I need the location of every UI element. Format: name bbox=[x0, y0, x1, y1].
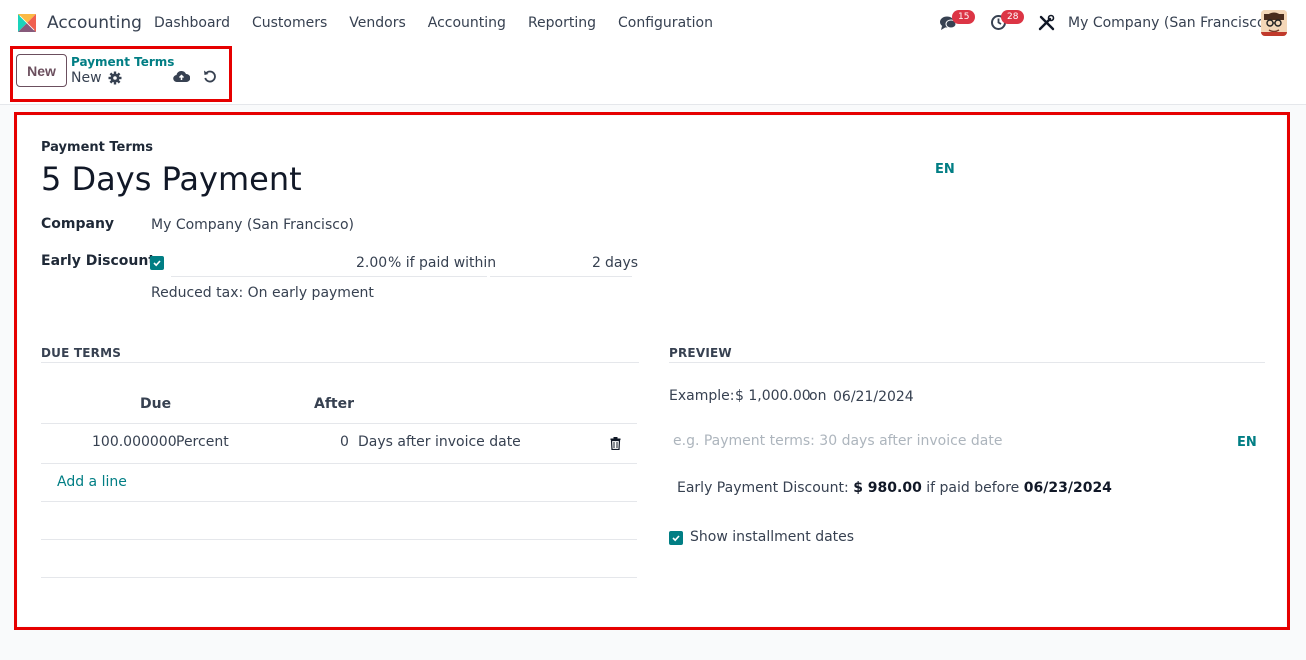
row-due-value[interactable]: 100.000000 bbox=[92, 434, 177, 450]
note-translate-button[interactable]: EN bbox=[1237, 435, 1257, 450]
menu-customers[interactable]: Customers bbox=[252, 15, 327, 31]
company-switcher[interactable]: My Company (San Francisco) bbox=[1068, 15, 1271, 31]
epd-amount: $ 980.00 bbox=[853, 480, 922, 496]
user-avatar[interactable] bbox=[1261, 10, 1287, 36]
payment-terms-note-input[interactable]: e.g. Payment terms: 30 days after invoic… bbox=[673, 433, 1002, 449]
menu-accounting[interactable]: Accounting bbox=[428, 15, 506, 31]
main-menu: Dashboard Customers Vendors Accounting R… bbox=[154, 15, 735, 31]
check-icon bbox=[672, 535, 680, 542]
add-a-line-link[interactable]: Add a line bbox=[57, 474, 127, 490]
early-payment-discount-preview: Early Payment Discount: $ 980.00 if paid… bbox=[677, 480, 1112, 496]
discount-percentage-underline bbox=[171, 276, 487, 277]
row-after-type[interactable]: Days after invoice date bbox=[358, 434, 521, 450]
column-header-due[interactable]: Due bbox=[140, 396, 171, 412]
menu-dashboard[interactable]: Dashboard bbox=[154, 15, 230, 31]
messages-badge: 15 bbox=[952, 10, 976, 24]
gear-icon[interactable] bbox=[108, 71, 122, 85]
activities-badge: 28 bbox=[1001, 10, 1025, 24]
early-discount-checkbox[interactable] bbox=[150, 256, 164, 270]
company-field[interactable]: My Company (San Francisco) bbox=[151, 217, 354, 233]
table-header-divider bbox=[41, 423, 637, 424]
discount-within-text: % if paid within bbox=[388, 255, 497, 271]
due-terms-section-title: DUE TERMS bbox=[41, 346, 122, 360]
user-avatar-image bbox=[1261, 10, 1287, 36]
cloud-upload-icon[interactable] bbox=[173, 69, 190, 83]
trash-icon[interactable] bbox=[610, 437, 621, 450]
show-installment-dates-checkbox[interactable] bbox=[669, 531, 683, 545]
top-navbar: Accounting Dashboard Customers Vendors A… bbox=[0, 0, 1306, 46]
table-row-divider bbox=[41, 463, 637, 464]
example-amount-input[interactable]: $ 1,000.00 bbox=[735, 388, 811, 404]
discount-days-unit: days bbox=[605, 255, 639, 271]
show-installment-dates-label[interactable]: Show installment dates bbox=[690, 529, 854, 545]
accounting-app-icon[interactable] bbox=[16, 12, 38, 34]
reduced-tax-field[interactable]: Reduced tax: On early payment bbox=[151, 285, 374, 301]
row-after-value[interactable]: 0 bbox=[340, 434, 349, 450]
menu-configuration[interactable]: Configuration bbox=[618, 15, 713, 31]
discount-days-input[interactable]: 2 bbox=[592, 255, 601, 271]
discard-undo-icon[interactable] bbox=[203, 69, 217, 83]
control-panel bbox=[0, 46, 1306, 105]
table-row-divider bbox=[41, 539, 637, 540]
breadcrumb-payment-terms[interactable]: Payment Terms bbox=[71, 55, 174, 69]
breadcrumb-current: New bbox=[71, 70, 102, 86]
check-icon bbox=[153, 260, 161, 267]
example-label: Example: bbox=[669, 388, 735, 404]
epd-label: Early Payment Discount: bbox=[677, 480, 849, 496]
new-button[interactable]: New bbox=[16, 54, 67, 87]
discount-days-underline bbox=[490, 276, 632, 277]
name-translate-button[interactable]: EN bbox=[935, 162, 955, 177]
name-field-label: Payment Terms bbox=[41, 140, 154, 155]
company-label: Company bbox=[41, 216, 115, 232]
app-name[interactable]: Accounting bbox=[47, 13, 142, 33]
column-header-after[interactable]: After bbox=[314, 396, 354, 412]
tools-icon[interactable] bbox=[1038, 14, 1055, 31]
early-discount-label: Early Discount bbox=[41, 253, 156, 269]
preview-section-title: PREVIEW bbox=[669, 346, 732, 360]
due-terms-divider bbox=[41, 362, 639, 363]
epd-text: if paid before bbox=[926, 480, 1020, 496]
discount-percentage-input[interactable]: 2.00 bbox=[356, 255, 387, 271]
epd-date: 06/23/2024 bbox=[1023, 480, 1112, 496]
row-due-type[interactable]: Percent bbox=[176, 434, 229, 450]
example-date-input[interactable]: 06/21/2024 bbox=[833, 389, 914, 405]
menu-vendors[interactable]: Vendors bbox=[349, 15, 405, 31]
table-row-divider bbox=[41, 577, 637, 578]
table-row-divider bbox=[41, 501, 637, 502]
payment-term-name-input[interactable]: 5 Days Payment bbox=[41, 160, 302, 198]
preview-divider bbox=[669, 362, 1265, 363]
example-on-label: on bbox=[809, 388, 827, 404]
menu-reporting[interactable]: Reporting bbox=[528, 15, 596, 31]
